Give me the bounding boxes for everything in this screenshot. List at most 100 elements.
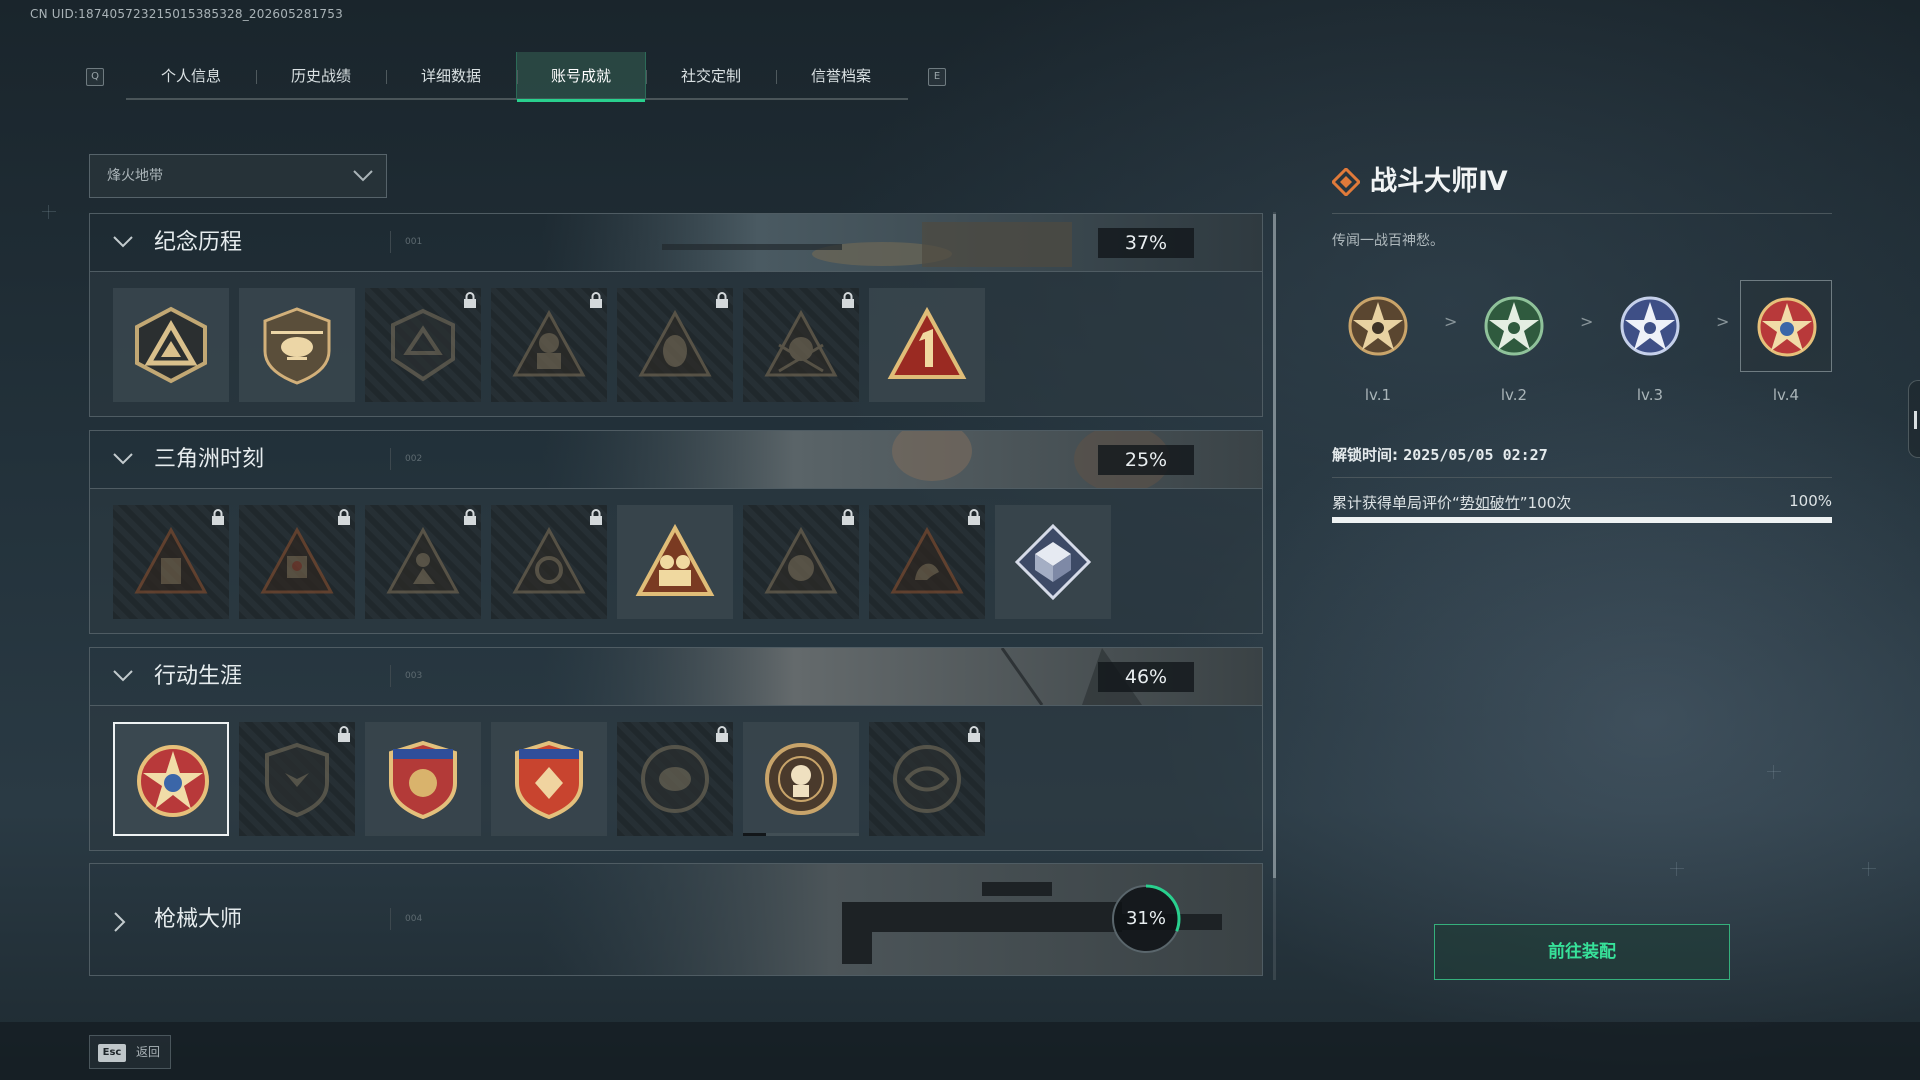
detail-description: 传闻一战百神愁。 [1332, 233, 1444, 249]
decor-cross [1862, 862, 1876, 876]
decor-cross [42, 205, 56, 219]
star-medal-lv2-icon [1484, 296, 1544, 356]
bottom-bar [0, 1022, 1920, 1080]
category-index: 004 [390, 908, 422, 930]
tab-social-custom[interactable]: 社交定制 [646, 52, 776, 100]
helicopter-emblem-icon [263, 307, 331, 385]
scrollbar-thumb[interactable] [1273, 214, 1276, 878]
level-3[interactable]: lv.3 [1604, 280, 1696, 404]
badge-backpack[interactable] [113, 505, 229, 619]
back-label: 返回 [136, 1045, 161, 1059]
robot-emblem-icon [260, 526, 334, 594]
badge-diamond-cube[interactable] [995, 505, 1111, 619]
map-select-dropdown[interactable]: 烽火地带 [89, 154, 387, 198]
badge-radiation[interactable] [491, 505, 607, 619]
requirement-prefix: 累计获得单局评价“ [1332, 494, 1460, 512]
badge-helicopter[interactable] [239, 288, 355, 402]
badge-soldier[interactable] [491, 288, 607, 402]
badge-wolf[interactable] [869, 505, 985, 619]
lock-icon [338, 509, 350, 525]
category-header[interactable]: 三角洲时刻 002 25% [90, 431, 1262, 488]
lock-icon [716, 726, 728, 742]
level-label: lv.3 [1636, 386, 1664, 404]
badge-star-medal[interactable] [113, 722, 229, 836]
number-one-emblem-icon [887, 306, 967, 379]
category-percent: 25% [1098, 445, 1194, 475]
badge-eye[interactable] [869, 722, 985, 836]
shield-emblem-icon [391, 308, 455, 382]
level-1[interactable]: lv.1 [1332, 280, 1424, 404]
star-shield-emblem-icon [389, 740, 457, 819]
achievement-detail-panel: 战斗大师Ⅳ 传闻一战百神愁。 lv.1 > lv.2 > lv.3 > lv.4… [1332, 162, 1832, 523]
chevron-down-icon [113, 670, 133, 682]
tab-match-history[interactable]: 历史战绩 [256, 52, 386, 100]
star-medal-lv4-icon [1757, 297, 1817, 357]
eye-emblem-icon [893, 745, 961, 813]
badge-squad[interactable] [617, 505, 733, 619]
tab-personal-info[interactable]: 个人信息 [126, 52, 256, 100]
badge-robot[interactable] [239, 505, 355, 619]
tab-credit-record[interactable]: 信誉档案 [776, 52, 906, 100]
crouching-soldier-emblem-icon [386, 526, 460, 594]
badge-number-one[interactable] [869, 288, 985, 402]
diamond-rank-icon [1332, 168, 1360, 196]
tab-detailed-data[interactable]: 详细数据 [386, 52, 516, 100]
badge-row [90, 488, 1262, 633]
badge-row [90, 705, 1262, 850]
badge-lion[interactable] [743, 505, 859, 619]
badge-masked-face[interactable] [617, 288, 733, 402]
lock-icon [212, 509, 224, 525]
lock-icon [968, 509, 980, 525]
lock-icon [716, 292, 728, 308]
badge-diamond-shield[interactable] [491, 722, 607, 836]
badge-skull[interactable] [743, 288, 859, 402]
category-header[interactable]: 纪念历程 001 37% [90, 214, 1262, 271]
badge-progress-bar [743, 833, 859, 836]
level-arrow: > [1444, 312, 1458, 331]
requirement-progress-fill [1332, 517, 1832, 523]
map-select-value: 烽火地带 [107, 168, 163, 184]
prev-tab-key-hint[interactable]: Q [86, 68, 104, 86]
level-4[interactable]: lv.4 [1740, 280, 1832, 404]
category-index: 003 [390, 665, 422, 687]
decor-cross [1670, 862, 1684, 876]
badge-crouching-soldier[interactable] [365, 505, 481, 619]
chevron-down-icon [113, 453, 133, 465]
badge-eagle-shield[interactable] [239, 722, 355, 836]
requirement-suffix: ”100次 [1519, 494, 1572, 512]
lock-icon [842, 509, 854, 525]
category-title: 纪念历程 [154, 230, 243, 255]
badge-shield[interactable] [365, 288, 481, 402]
lion-emblem-icon [764, 526, 838, 594]
category-header[interactable]: 行动生涯 003 46% [90, 648, 1262, 705]
badge-helmet[interactable] [617, 722, 733, 836]
esc-back-button[interactable]: Esc 返回 [89, 1035, 171, 1069]
category-weapon-master: 枪械大师 004 31% [89, 863, 1263, 976]
side-panel-handle[interactable] [1908, 380, 1920, 458]
chevron-down-icon [353, 170, 373, 182]
diamond-shield-emblem-icon [515, 740, 583, 819]
badge-target-soldier[interactable] [743, 722, 859, 836]
lock-icon [842, 292, 854, 308]
category-header[interactable]: 枪械大师 004 31% [90, 864, 1262, 975]
triangle-emblem-icon [135, 306, 207, 384]
next-tab-key-hint[interactable]: E [928, 68, 946, 86]
level-2[interactable]: lv.2 [1468, 280, 1560, 404]
unlock-time-row: 解锁时间: 2025/05/05 02:27 [1332, 444, 1832, 478]
wolf-emblem-icon [890, 526, 964, 594]
category-index: 001 [390, 231, 422, 253]
badge-star-shield[interactable] [365, 722, 481, 836]
chevron-down-icon [113, 236, 133, 248]
lock-icon [464, 292, 476, 308]
badge-row [90, 271, 1262, 416]
category-percent: 31% [1125, 908, 1166, 929]
detail-title: 战斗大师Ⅳ [1370, 166, 1508, 197]
masked-face-emblem-icon [638, 309, 712, 377]
unlock-time-label: 解锁时间: [1332, 446, 1398, 464]
badge-triangle[interactable] [113, 288, 229, 402]
go-equip-button[interactable]: 前往装配 [1434, 924, 1730, 980]
target-soldier-emblem-icon [765, 743, 837, 815]
tab-achievements[interactable]: 账号成就 [516, 52, 646, 102]
requirement-link[interactable]: 势如破竹 [1460, 494, 1520, 512]
level-arrow: > [1716, 312, 1730, 331]
